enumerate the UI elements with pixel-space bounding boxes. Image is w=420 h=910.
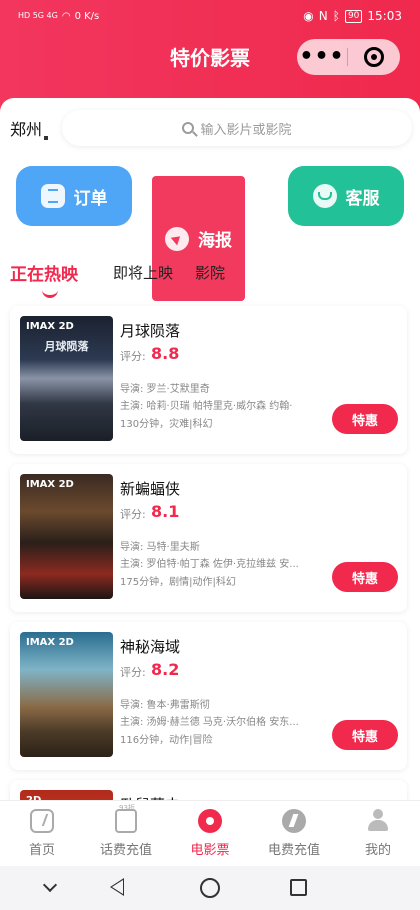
electricity-icon <box>282 809 306 833</box>
eye-comfort-icon: ◉ <box>303 9 314 23</box>
active-tab-indicator <box>42 290 58 298</box>
status-bar: HD 5G 4G ◠ 0 K/s ◉ N ᛒ 90 15:03 <box>0 0 420 32</box>
movie-info: 130分钟，灾难|科幻 <box>120 419 213 430</box>
tabbar-label: 电费充值 <box>267 843 320 858</box>
headset-icon <box>312 184 337 208</box>
movie-score: 8.1 <box>151 502 180 521</box>
search-placeholder: 输入影片或影院 <box>200 122 292 138</box>
target-icon <box>364 47 384 67</box>
discount-button[interactable]: 特惠 <box>332 562 398 592</box>
movie-cast: 主演: 罗伯特·帕丁森 佐伊·克拉维兹 安... <box>120 559 299 570</box>
phone-icon <box>115 803 137 833</box>
tabbar-item-home[interactable]: 首页 <box>0 809 84 858</box>
movie-info: 116分钟，动作|冒险 <box>120 735 213 746</box>
back-icon[interactable] <box>110 878 124 896</box>
tabbar-item-electricity[interactable]: 电费充值 <box>252 809 336 858</box>
tabbar-label: 话费充值 <box>99 843 152 858</box>
movie-title: 新蝙蝠侠 <box>120 480 181 498</box>
movie-director: 导演: 罗兰·艾默里奇 <box>120 384 210 395</box>
movie-card[interactable]: IMAX 2D 神秘海域 评分: 8.2 导演: 鲁本·弗雷斯彻 主演: 汤姆·… <box>10 622 407 770</box>
home-bolt-icon <box>30 809 54 833</box>
movie-score: 8.8 <box>151 344 180 363</box>
tab-now-showing[interactable]: 正在热映 <box>10 260 78 285</box>
movie-director: 导演: 鲁本·弗雷斯彻 <box>120 700 210 711</box>
title-bar: 特价影票 ••• <box>0 32 420 84</box>
tabbar-item-phone-recharge[interactable]: 话费充值 <box>84 803 168 858</box>
battery-icon: 90 <box>344 9 363 23</box>
customer-service-label: 客服 <box>345 188 380 209</box>
search-input[interactable]: 输入影片或影院 <box>62 110 412 146</box>
search-row: 郑州 输入影片或影院 <box>0 108 420 148</box>
bottom-tabbar: 首页 话费充值 电影票 电费充值 我的 <box>0 800 420 866</box>
search-icon <box>182 122 195 134</box>
tabbar-label: 我的 <box>364 843 391 858</box>
city-label: 郑州 <box>10 120 43 139</box>
poster-format-tag: IMAX 2D <box>26 479 74 490</box>
film-reel-icon <box>198 809 222 833</box>
movie-score: 8.2 <box>151 660 180 679</box>
signal-label: HD 5G 4G <box>18 11 58 20</box>
recent-apps-icon[interactable] <box>290 879 307 896</box>
movie-poster: IMAX 2D <box>20 474 113 599</box>
order-icon <box>40 184 65 208</box>
tabbar-item-me[interactable]: 我的 <box>336 809 420 858</box>
movie-tabs: 正在热映 即将上映 影院 <box>0 260 420 300</box>
quick-actions: 订单 海报 客服 <box>0 166 420 301</box>
poster-label: 海报 <box>198 231 232 251</box>
movie-cast: 主演: 哈莉·贝瑞 帕特里克·威尔森 约翰· <box>120 401 293 412</box>
tab-cinemas[interactable]: 影院 <box>195 262 225 283</box>
tab-coming-soon[interactable]: 即将上映 <box>113 262 173 283</box>
nfc-icon: N <box>318 9 328 23</box>
home-circle-icon[interactable] <box>200 878 220 898</box>
poster-format-tag: IMAX 2D <box>26 321 74 332</box>
hide-nav-icon[interactable] <box>42 877 58 893</box>
tabbar-label: 首页 <box>28 843 55 858</box>
movie-cast: 主演: 汤姆·赫兰德 马克·沃尔伯格 安东... <box>120 717 299 728</box>
bluetooth-icon: ᛒ <box>332 9 340 23</box>
movie-info: 175分钟，剧情|动作|科幻 <box>120 577 236 588</box>
user-icon <box>367 809 389 833</box>
tabbar-label: 电影票 <box>190 843 230 858</box>
status-right: ◉ N ᛒ 90 15:03 <box>303 9 402 23</box>
score-label: 评分: <box>120 350 146 363</box>
network-speed: 0 K/s <box>74 10 100 22</box>
poster-format-tag: IMAX 2D <box>26 637 74 648</box>
movie-poster: IMAX 2D 月球陨落 <box>20 316 113 441</box>
city-dropdown-icon <box>44 136 49 140</box>
score-label: 评分: <box>120 508 146 521</box>
close-mini-program-button[interactable] <box>348 47 400 67</box>
movie-card[interactable]: IMAX 2D 月球陨落 月球陨落 评分: 8.8 导演: 罗兰·艾默里奇 主演… <box>10 306 407 454</box>
discount-button[interactable]: 特惠 <box>332 404 398 434</box>
movie-title: 月球陨落 <box>120 322 181 340</box>
status-left: HD 5G 4G ◠ 0 K/s <box>18 11 99 22</box>
order-button[interactable]: 订单 <box>16 166 132 226</box>
score-label: 评分: <box>120 666 146 679</box>
movie-list: IMAX 2D 月球陨落 月球陨落 评分: 8.8 导演: 罗兰·艾默里奇 主演… <box>10 306 407 810</box>
order-label: 订单 <box>73 188 108 209</box>
discount-button[interactable]: 特惠 <box>332 720 398 750</box>
customer-service-button[interactable]: 客服 <box>288 166 404 226</box>
movie-card[interactable]: IMAX 2D 新蝙蝠侠 评分: 8.1 导演: 马特·里夫斯 主演: 罗伯特·… <box>10 464 407 612</box>
movie-title: 神秘海域 <box>120 638 181 656</box>
movie-poster: IMAX 2D <box>20 632 113 757</box>
tabbar-item-movie-tickets[interactable]: 电影票 <box>168 809 252 858</box>
status-time: 15:03 <box>367 9 402 23</box>
more-icon[interactable]: ••• <box>297 46 347 68</box>
paper-plane-icon <box>165 226 189 251</box>
mini-program-capsule: ••• <box>297 39 400 75</box>
system-navigation-bar <box>0 866 420 910</box>
wifi-icon: ◠ <box>61 10 71 22</box>
poster-title: 月球陨落 <box>44 340 89 353</box>
city-selector[interactable]: 郑州 <box>10 116 49 140</box>
movie-director: 导演: 马特·里夫斯 <box>120 542 200 553</box>
main-content: 郑州 输入影片或影院 订单 海报 客服 正在热映 即将上映 影院 IMAX 2D <box>0 98 420 810</box>
